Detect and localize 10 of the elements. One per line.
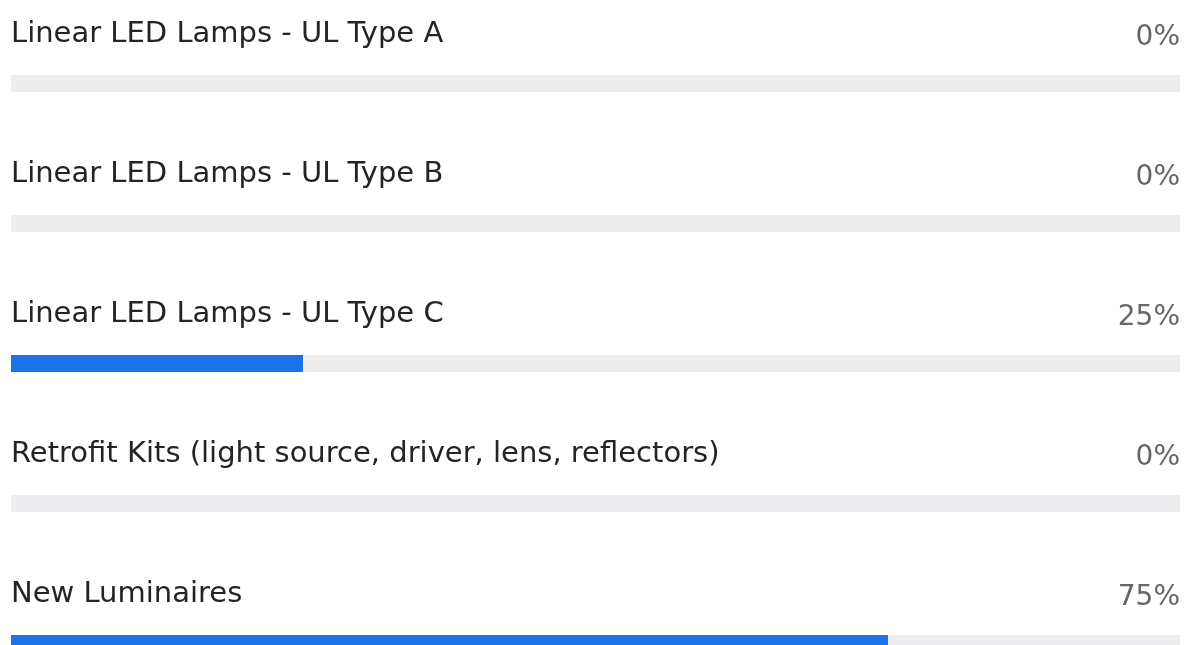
percent-value: 0% bbox=[1135, 438, 1180, 474]
item-label: Linear LED Lamps - UL Type A bbox=[11, 14, 444, 51]
item-label: Linear LED Lamps - UL Type B bbox=[11, 154, 444, 191]
percent-value: 0% bbox=[1135, 18, 1180, 54]
percent-value: 25% bbox=[1117, 298, 1180, 334]
percent-value: 75% bbox=[1117, 578, 1180, 614]
percent-value: 0% bbox=[1135, 158, 1180, 194]
item-label: Linear LED Lamps - UL Type C bbox=[11, 294, 444, 331]
item-label: New Luminaires bbox=[11, 574, 243, 611]
item-label: Retrofit Kits (light source, driver, lens, reflectors) bbox=[11, 434, 720, 471]
